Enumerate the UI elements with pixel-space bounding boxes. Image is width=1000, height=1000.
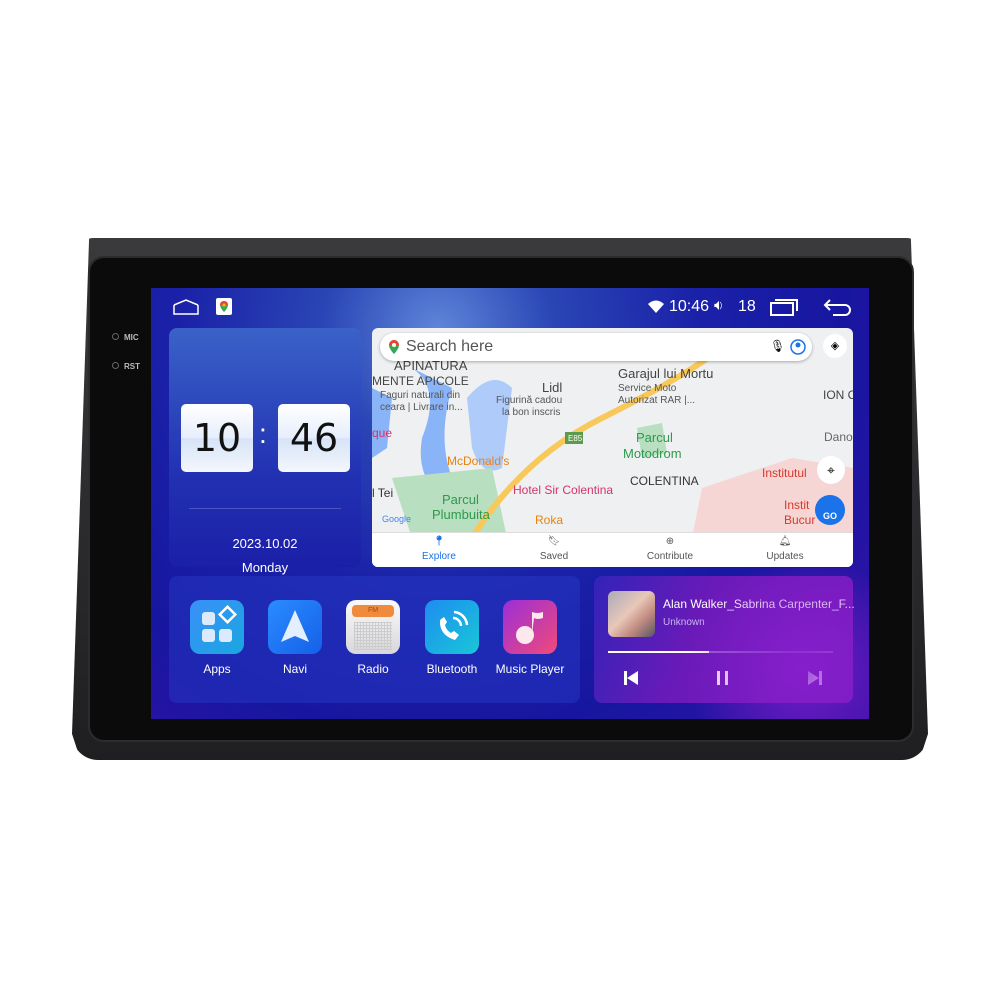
weekday-text: Monday xyxy=(241,560,289,575)
add-circle-icon: ⊕ xyxy=(665,536,675,547)
map-label[interactable]: Plumbuita xyxy=(432,507,490,522)
tab-contribute[interactable]: ⊕ Contribute xyxy=(620,535,720,564)
tab-updates[interactable]: 🔔︎ Updates xyxy=(735,535,835,564)
home-icon[interactable] xyxy=(173,299,199,315)
clock-widget[interactable]: 10 : 46 2023.10.02 Monday xyxy=(169,328,361,575)
tab-explore[interactable]: 📍︎ Explore xyxy=(389,535,489,564)
app-label-apps[interactable]: Apps xyxy=(172,662,262,676)
map-label[interactable]: Bucur xyxy=(784,513,815,527)
tab-label: Updates xyxy=(766,551,804,562)
map-label[interactable]: E85 xyxy=(568,434,582,443)
map-label[interactable]: Instit xyxy=(784,498,809,512)
layers-button[interactable]: ◈ xyxy=(823,334,847,358)
app-label-navi[interactable]: Navi xyxy=(250,662,340,676)
go-label: GO xyxy=(822,511,837,521)
map-label[interactable]: Autorizat RAR |... xyxy=(618,395,695,406)
map-label[interactable]: ceara | Livrare in... xyxy=(380,402,463,413)
map-label[interactable]: Figurină cadou xyxy=(496,395,562,406)
map-label[interactable]: l Tei xyxy=(372,486,393,500)
album-art xyxy=(608,591,655,637)
map-label[interactable]: Faguri naturali din xyxy=(380,390,460,401)
bookmark-icon: 🔖︎ xyxy=(547,536,561,547)
pause-icon[interactable] xyxy=(715,670,731,686)
map-label[interactable]: ION C xyxy=(823,388,853,402)
clock-separator: : xyxy=(259,418,267,449)
map-widget[interactable]: APINATURA MENTE APICOLE Faguri naturali di… xyxy=(372,328,853,567)
map-label[interactable]: Institutul xyxy=(762,466,807,480)
reset-button-label[interactable]: RST xyxy=(112,362,140,371)
screen: 10:46 🔉︎ 18 10 : 46 2023.10.02 Monday AP… xyxy=(151,288,869,719)
back-icon[interactable] xyxy=(823,298,853,316)
track-artist: Unknown xyxy=(663,617,705,628)
map-label[interactable]: Roka xyxy=(535,513,563,527)
app-dock: FM Apps Navi Radio Bluetooth Music Playe… xyxy=(169,576,580,703)
status-time: 10:46 xyxy=(669,298,710,315)
my-location-button[interactable]: ⌖ xyxy=(817,456,845,484)
app-label-music-player[interactable]: Music Player xyxy=(485,662,575,676)
map-label[interactable]: Lidl xyxy=(542,380,562,395)
search-input[interactable]: Search here xyxy=(406,338,493,356)
map-label[interactable]: Parcul xyxy=(442,492,479,507)
go-button[interactable]: GO xyxy=(815,495,845,525)
bluetooth-phone-icon[interactable] xyxy=(425,600,479,654)
search-bar[interactable]: Search here 🎙︎ xyxy=(380,333,812,361)
music-widget[interactable]: Alan Walker_Sabrina Carpenter_F... Unkno… xyxy=(594,576,855,703)
clock-hours: 10 xyxy=(181,404,253,472)
account-icon[interactable] xyxy=(790,339,806,355)
wifi-icon xyxy=(648,300,664,313)
tab-label: Explore xyxy=(422,551,456,562)
next-track-icon[interactable] xyxy=(807,670,823,686)
previous-track-icon[interactable] xyxy=(623,670,639,686)
google-maps-pin-icon xyxy=(389,340,399,354)
app-label-bluetooth[interactable]: Bluetooth xyxy=(407,662,497,676)
map-label[interactable]: MENTE APICOLE xyxy=(372,374,469,388)
map-label[interactable]: que xyxy=(372,426,392,440)
map-label[interactable]: Garajul lui Mortu xyxy=(618,366,713,381)
radio-fm-icon[interactable]: FM xyxy=(346,600,400,654)
tab-saved[interactable]: 🔖︎ Saved xyxy=(504,535,604,564)
google-maps-icon[interactable] xyxy=(216,298,232,315)
progress-fill xyxy=(608,651,710,653)
volume-level: 18 xyxy=(738,298,756,315)
microphone-icon[interactable]: 🎙︎ xyxy=(770,339,785,353)
map-label[interactable]: McDonald's xyxy=(447,454,509,468)
app-label-radio[interactable]: Radio xyxy=(328,662,418,676)
divider xyxy=(189,508,341,509)
map-label[interactable]: Motodrom xyxy=(623,446,682,461)
volume-icon: 🔉︎ xyxy=(714,297,724,314)
map-label[interactable]: Hotel Sir Colentina xyxy=(513,483,613,497)
map-label[interactable]: Dano xyxy=(824,430,853,444)
map-bottom-nav: 📍︎ Explore 🔖︎ Saved ⊕ Contribute 🔔︎ Updates xyxy=(372,532,853,567)
tab-label: Contribute xyxy=(646,551,694,562)
date-text: 2023.10.02 xyxy=(232,536,298,551)
bell-icon: 🔔︎ xyxy=(778,536,792,547)
map-label[interactable]: la bon inscris xyxy=(502,407,560,418)
map-label[interactable]: Service Moto xyxy=(618,383,676,394)
track-title: Alan Walker_Sabrina Carpenter_F... xyxy=(663,597,855,611)
map-label[interactable]: Parcul xyxy=(636,430,673,445)
fm-badge: FM xyxy=(352,605,394,617)
mic-label: MIC xyxy=(112,333,139,342)
tab-label: Saved xyxy=(539,551,569,562)
clock-minutes: 46 xyxy=(278,404,350,472)
status-bar: 10:46 🔉︎ 18 xyxy=(151,288,869,326)
explore-icon: 📍︎ xyxy=(432,536,446,547)
map-label[interactable]: Google xyxy=(382,514,411,524)
music-note-icon[interactable] xyxy=(503,600,557,654)
navigation-arrow-icon[interactable] xyxy=(268,600,322,654)
apps-grid-icon[interactable] xyxy=(190,600,244,654)
progress-bar[interactable] xyxy=(608,651,833,653)
recents-icon[interactable] xyxy=(770,299,798,316)
map-label[interactable]: COLENTINA xyxy=(630,474,699,488)
